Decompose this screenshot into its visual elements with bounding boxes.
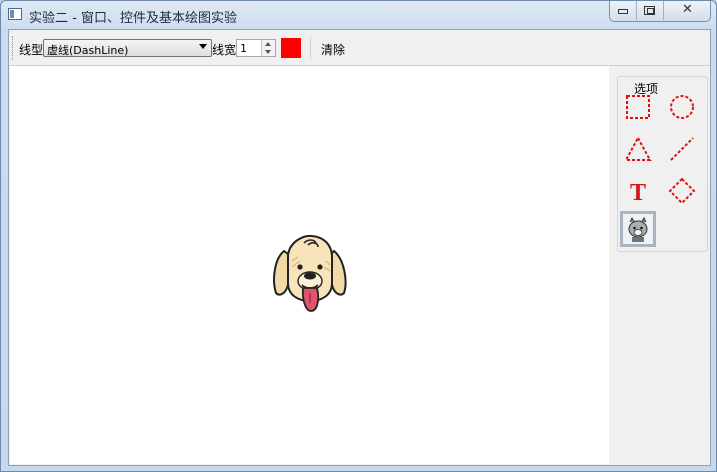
dashed-triangle-icon <box>624 135 652 161</box>
toolbar: 线型 虚线(DashLine) 线宽 1 清除 <box>9 30 710 66</box>
close-button[interactable]: ✕ <box>664 1 710 20</box>
line-style-label: 线型 <box>19 43 44 57</box>
app-icon <box>8 8 22 20</box>
options-group: 选项 T <box>617 76 708 252</box>
line-width-spinbox[interactable]: 1 <box>236 39 276 57</box>
dashed-rectangle-icon <box>626 95 650 119</box>
options-panel: 选项 T <box>610 66 710 464</box>
dashed-ellipse-icon <box>670 95 694 119</box>
color-picker-button[interactable] <box>281 38 301 58</box>
line-width-label: 线宽 <box>212 43 237 57</box>
clear-button[interactable]: 清除 <box>315 38 349 58</box>
dog-image[interactable] <box>270 231 350 321</box>
maximize-icon <box>644 6 655 15</box>
tool-diamond-button[interactable] <box>666 175 698 207</box>
main-window: 实验二 - 窗口、控件及基本绘图实验 ✕ 线型 虚线(DashLine) 线宽 … <box>0 0 717 472</box>
close-icon: ✕ <box>682 2 693 17</box>
spin-down-icon[interactable] <box>265 50 271 54</box>
clear-button-label: 清除 <box>321 43 346 57</box>
caption-buttons: ✕ <box>609 1 711 22</box>
dashed-line-icon <box>670 137 694 161</box>
toolbar-separator <box>310 37 311 59</box>
title-bar[interactable]: 实验二 - 窗口、控件及基本绘图实验 ✕ <box>1 1 716 29</box>
dashed-diamond-icon <box>668 177 696 205</box>
tool-rectangle-button[interactable] <box>622 91 654 123</box>
image-icon <box>623 214 653 244</box>
tool-image-button[interactable] <box>620 211 656 247</box>
maximize-button[interactable] <box>637 1 664 20</box>
tool-triangle-button[interactable] <box>622 133 654 165</box>
line-style-value: 虚线(DashLine) <box>47 44 129 57</box>
spin-buttons <box>261 40 275 56</box>
line-style-combobox[interactable]: 虚线(DashLine) <box>43 39 212 57</box>
window-title: 实验二 - 窗口、控件及基本绘图实验 <box>29 11 237 26</box>
client-area: 线型 虚线(DashLine) 线宽 1 清除 选项 T <box>8 29 711 466</box>
minimize-button[interactable] <box>610 1 637 20</box>
minimize-icon <box>618 9 628 14</box>
line-width-value: 1 <box>240 42 247 55</box>
svg-text:T: T <box>630 180 646 206</box>
chevron-down-icon <box>199 44 207 49</box>
spin-up-icon[interactable] <box>265 42 271 46</box>
text-icon: T <box>630 180 646 206</box>
tool-line-button[interactable] <box>666 133 698 165</box>
tool-text-button[interactable]: T <box>622 175 654 207</box>
tool-ellipse-button[interactable] <box>666 91 698 123</box>
drawing-canvas[interactable] <box>10 66 609 464</box>
toolbar-grip[interactable] <box>12 36 15 60</box>
